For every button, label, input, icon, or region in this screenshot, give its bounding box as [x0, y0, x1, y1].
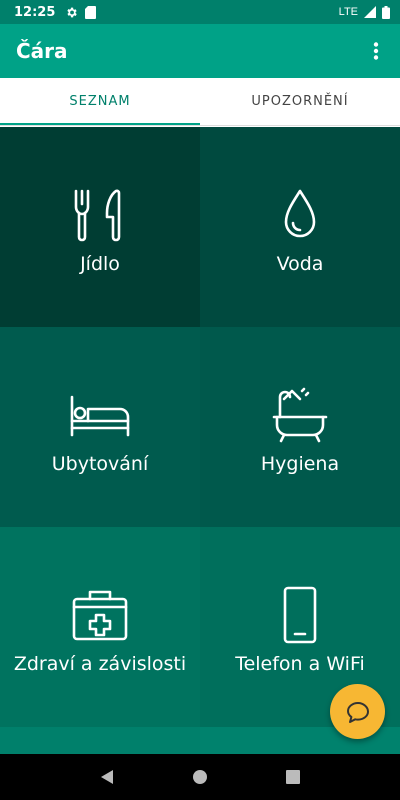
app-title: Čára [16, 39, 68, 63]
status-time: 12:25 [14, 4, 56, 20]
home-button[interactable] [180, 757, 220, 797]
category-label: Voda [276, 253, 324, 275]
category-voda[interactable]: Voda [200, 127, 400, 327]
category-label: Ubytování [51, 453, 149, 475]
category-partial-left[interactable] [0, 727, 200, 754]
more-vert-icon [373, 42, 379, 60]
first-aid-kit-icon [72, 590, 128, 641]
category-zdravi[interactable]: Zdraví a závislosti [0, 527, 200, 727]
bed-icon [70, 395, 130, 437]
category-label: Telefon a WiFi [235, 653, 365, 675]
tab-upozorneni[interactable]: UPOZORNĚNÍ [200, 78, 400, 125]
category-hygiena[interactable]: Hygiena [200, 327, 400, 527]
tab-bar: SEZNAM UPOZORNĚNÍ [0, 78, 400, 126]
category-label: Jídlo [80, 253, 120, 275]
back-button[interactable] [87, 757, 127, 797]
status-bar: 12:25 LTE [0, 0, 400, 24]
chat-bubble-icon [346, 701, 369, 723]
battery-icon [382, 5, 390, 19]
home-circle-icon [192, 770, 207, 784]
category-label: Zdraví a závislosti [13, 653, 187, 675]
system-nav-bar [0, 754, 400, 800]
category-grid: Jídlo Voda Ubytování Hygiena Zdraví a zá… [0, 127, 400, 754]
signal-icon [364, 6, 376, 18]
app-screen: 12:25 LTE Čára SEZNAM UPOZORNĚNÍ Jídlo V… [0, 0, 400, 800]
bathtub-shower-icon [272, 387, 328, 443]
category-ubytovani[interactable]: Ubytování [0, 327, 200, 527]
network-type: LTE [338, 6, 358, 18]
recents-square-icon [286, 770, 301, 784]
back-triangle-icon [100, 770, 113, 784]
settings-gear-icon [67, 7, 78, 17]
more-options-button[interactable] [352, 24, 400, 78]
fork-knife-icon [74, 189, 121, 242]
sd-card-icon [85, 5, 97, 19]
app-bar: Čára [0, 24, 400, 78]
tab-seznam[interactable]: SEZNAM [0, 78, 200, 125]
recents-button[interactable] [273, 757, 313, 797]
category-jidlo[interactable]: Jídlo [0, 127, 200, 327]
chat-fab-button[interactable] [330, 684, 385, 739]
category-label: Hygiena [260, 453, 340, 475]
phone-icon [283, 586, 317, 644]
water-drop-icon [284, 189, 316, 238]
